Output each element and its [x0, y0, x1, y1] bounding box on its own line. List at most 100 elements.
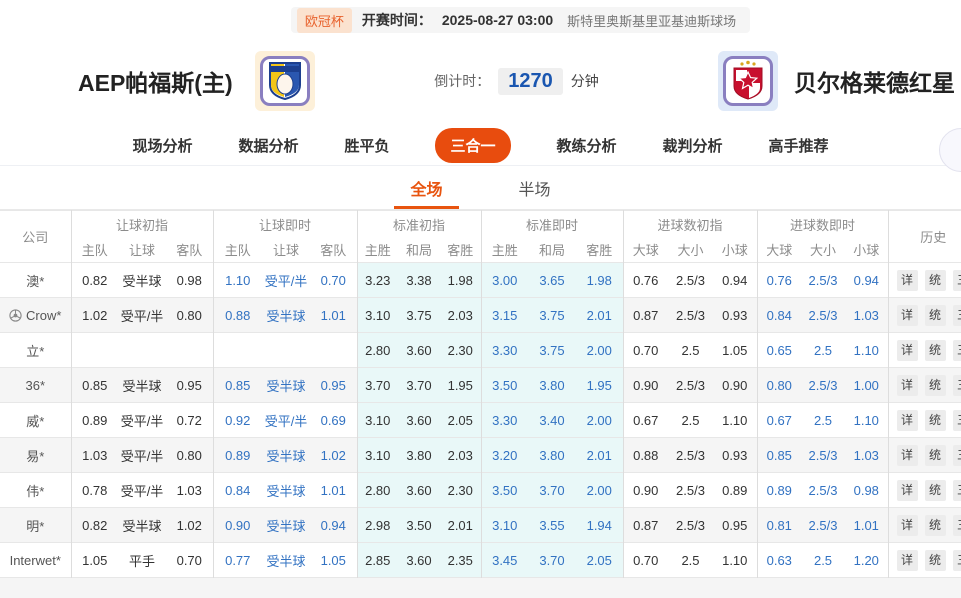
odds-cell-s_live: 3.70 — [528, 543, 576, 578]
odds-cell-h_init: 1.02 — [71, 298, 118, 333]
table-row: 36*0.85受半球0.950.85受半球0.953.703.701.953.5… — [0, 368, 961, 403]
odds-cell-h_init: 0.80 — [166, 298, 213, 333]
odds-cell-h_live: 0.69 — [310, 403, 357, 438]
odds-cell-g_init: 0.95 — [713, 508, 757, 543]
history-cell: 详统三 — [888, 403, 961, 438]
history-extra-button[interactable]: 三 — [953, 270, 961, 291]
history-extra-button[interactable]: 三 — [953, 305, 961, 326]
company-cell: Crow* — [0, 298, 71, 333]
history-detail-button[interactable]: 详 — [897, 340, 918, 361]
odds-cell-g_live: 0.94 — [845, 263, 888, 298]
odds-cell-h_init: 0.85 — [71, 368, 118, 403]
odds-cell-g_init: 0.87 — [623, 298, 668, 333]
odds-cell-h_live: 受半球 — [262, 473, 310, 508]
odds-cell-h_live: 受半球 — [262, 508, 310, 543]
odds-cell-g_live: 0.76 — [757, 263, 801, 298]
history-detail-button[interactable]: 详 — [897, 305, 918, 326]
odds-cell-h_live: 0.94 — [310, 508, 357, 543]
subtab-1[interactable]: 全场 — [402, 166, 450, 209]
odds-cell-g_init: 0.88 — [623, 438, 668, 473]
odds-cell-s_live: 3.80 — [528, 438, 576, 473]
history-detail-button[interactable]: 详 — [897, 375, 918, 396]
history-detail-button[interactable]: 详 — [897, 270, 918, 291]
group-header-2: 让球即时 — [213, 211, 357, 238]
soccer-ball-icon — [9, 309, 22, 322]
odds-cell-s_live: 3.00 — [481, 263, 528, 298]
history-stats-button[interactable]: 统 — [925, 410, 946, 431]
history-stats-button[interactable]: 统 — [925, 375, 946, 396]
odds-cell-s_init: 3.23 — [357, 263, 398, 298]
odds-cell-g_init: 0.93 — [713, 298, 757, 333]
countdown-value: 1270 — [498, 68, 563, 95]
odds-cell-s_live: 3.80 — [528, 368, 576, 403]
sub-header: 小球 — [845, 238, 888, 263]
odds-cell-h_live: 1.01 — [310, 298, 357, 333]
odds-cell-h_init: 1.05 — [71, 543, 118, 578]
history-cell: 详统三 — [888, 368, 961, 403]
sub-header: 大小 — [801, 238, 845, 263]
group-header-1: 让球初指 — [71, 211, 213, 238]
subtab-2[interactable]: 半场 — [511, 166, 559, 209]
table-row: 澳*0.82受半球0.981.10受平/半0.703.233.381.983.0… — [0, 263, 961, 298]
odds-cell-g_live: 1.10 — [845, 403, 888, 438]
history-stats-button[interactable]: 统 — [925, 305, 946, 326]
odds-cell-s_live: 3.75 — [528, 333, 576, 368]
nav-tab-6[interactable]: 裁判分析 — [663, 135, 723, 156]
odds-cell-s_init: 3.70 — [357, 368, 398, 403]
odds-cell-h_live: 受半球 — [262, 298, 310, 333]
league-badge[interactable]: 欧冠杯 — [297, 8, 352, 33]
history-detail-button[interactable]: 详 — [897, 480, 918, 501]
odds-cell-h_live: 受半球 — [262, 543, 310, 578]
odds-cell-h_live: 0.85 — [213, 368, 262, 403]
company-cell: 立* — [0, 333, 71, 368]
history-stats-button[interactable]: 统 — [925, 270, 946, 291]
history-extra-button[interactable]: 三 — [953, 550, 961, 571]
history-stats-button[interactable]: 统 — [925, 445, 946, 466]
history-extra-button[interactable]: 三 — [953, 375, 961, 396]
history-detail-button[interactable]: 详 — [897, 445, 918, 466]
odds-cell-h_init: 受半球 — [118, 368, 166, 403]
history-detail-button[interactable]: 详 — [897, 515, 918, 536]
history-cell: 详统三 — [888, 543, 961, 578]
history-stats-button[interactable]: 统 — [925, 480, 946, 501]
company-cell: 威* — [0, 403, 71, 438]
odds-cell-g_live: 0.65 — [757, 333, 801, 368]
nav-tab-7[interactable]: 高手推荐 — [769, 135, 829, 156]
group-header-3: 标准初指 — [357, 211, 481, 238]
stadium-name: 斯特里奥斯基里亚基迪斯球场 — [567, 11, 736, 30]
odds-cell-s_init: 2.01 — [440, 508, 481, 543]
match-header: AEP帕福斯(主) 倒计时： 1270 分钟 — [0, 44, 961, 118]
history-extra-button[interactable]: 三 — [953, 515, 961, 536]
odds-cell-g_live: 0.85 — [757, 438, 801, 473]
odds-cell-h_live: 1.01 — [310, 473, 357, 508]
nav-tab-2[interactable]: 数据分析 — [238, 135, 298, 156]
history-extra-button[interactable]: 三 — [953, 340, 961, 361]
history-detail-button[interactable]: 详 — [897, 550, 918, 571]
table-row: Interwet*1.05平手0.700.77受半球1.052.853.602.… — [0, 543, 961, 578]
odds-cell-h_init: 受平/半 — [118, 403, 166, 438]
nav-tab-3[interactable]: 胜平负 — [344, 135, 389, 156]
history-extra-button[interactable]: 三 — [953, 480, 961, 501]
countdown-label: 倒计时： — [434, 71, 490, 91]
odds-cell-g_init: 0.89 — [713, 473, 757, 508]
odds-cell-h_live: 受半球 — [262, 368, 310, 403]
history-cell: 详统三 — [888, 473, 961, 508]
history-extra-button[interactable]: 三 — [953, 445, 961, 466]
nav-tab-5[interactable]: 教练分析 — [557, 135, 617, 156]
history-extra-button[interactable]: 三 — [953, 410, 961, 431]
floating-action-button[interactable] — [939, 128, 961, 172]
odds-cell-g_live: 1.03 — [845, 298, 888, 333]
odds-cell-s_live: 2.01 — [576, 438, 623, 473]
odds-cell-h_init — [118, 333, 166, 368]
nav-tab-4[interactable]: 三合一 — [435, 128, 510, 163]
nav-tab-1[interactable]: 现场分析 — [132, 135, 192, 156]
history-stats-button[interactable]: 统 — [925, 340, 946, 361]
odds-cell-g_init: 0.90 — [623, 368, 668, 403]
odds-cell-s_live: 3.30 — [481, 403, 528, 438]
odds-cell-g_init: 2.5 — [668, 543, 713, 578]
history-detail-button[interactable]: 详 — [897, 410, 918, 431]
table-row: 立*2.803.602.303.303.752.000.702.51.050.6… — [0, 333, 961, 368]
history-stats-button[interactable]: 统 — [925, 515, 946, 536]
odds-cell-s_init: 3.80 — [398, 438, 440, 473]
history-stats-button[interactable]: 统 — [925, 550, 946, 571]
